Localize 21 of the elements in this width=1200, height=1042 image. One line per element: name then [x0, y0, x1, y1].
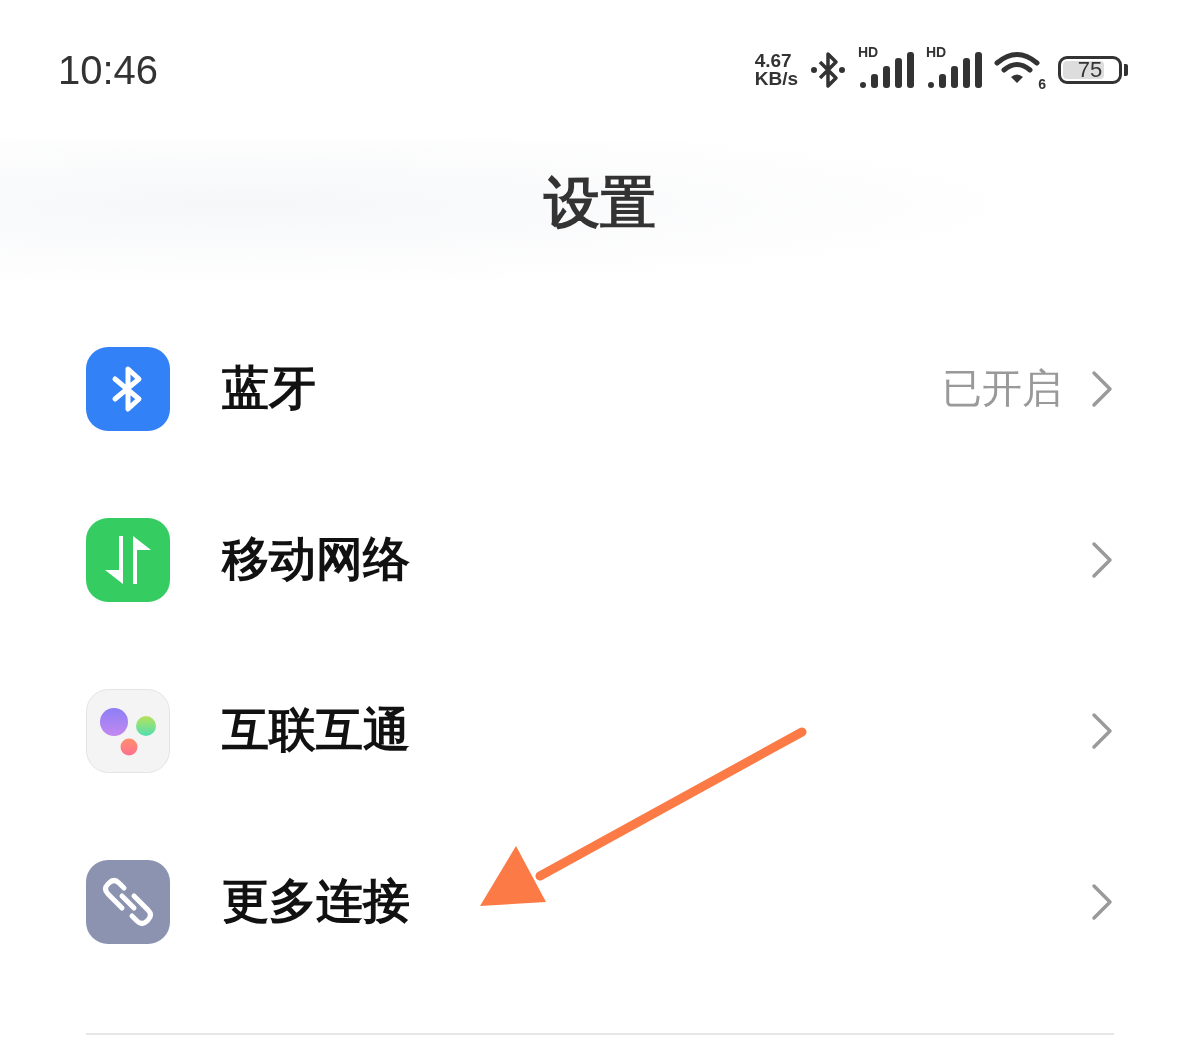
page-title: 设置 [544, 169, 656, 237]
chevron-icon [1090, 539, 1114, 580]
settings-item[interactable]: 移动网络 [0, 474, 1200, 645]
data-arrows-icon [86, 517, 170, 602]
item-label: 蓝牙 [222, 359, 317, 417]
chevron-icon [1090, 368, 1114, 409]
bluetooth-icon [86, 346, 170, 431]
network-speed: 4.67 KB/s [754, 52, 798, 88]
chevron-icon [1090, 881, 1114, 922]
item-label: 移动网络 [222, 530, 411, 588]
item-status: 已开启 [942, 364, 1062, 413]
settings-item[interactable]: 蓝牙 已开启 [0, 303, 1200, 474]
status-time: 10:46 [58, 47, 159, 93]
item-label: 互联互通 [222, 701, 411, 759]
link-icon [86, 859, 170, 944]
bluetooth-icon [810, 50, 846, 90]
chevron-icon [1090, 710, 1114, 751]
battery-icon: 75 [1058, 56, 1122, 84]
colored-dots-icon [86, 688, 170, 773]
settings-item[interactable]: 互联互通 [0, 645, 1200, 816]
item-label: 更多连接 [222, 872, 411, 930]
